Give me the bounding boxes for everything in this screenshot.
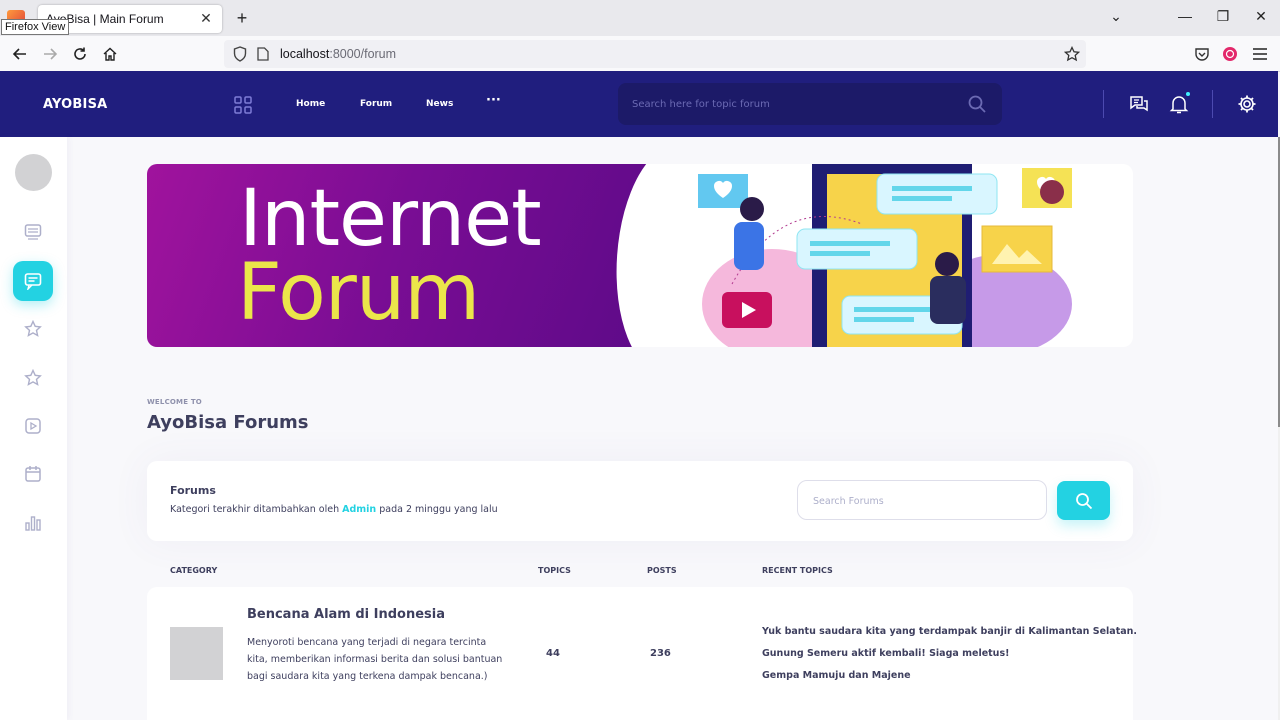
sidebar-item-forum[interactable] [13, 261, 53, 301]
notification-dot [1186, 92, 1190, 96]
recent-topic-link[interactable]: Gempa Mamuju dan Majene [762, 670, 911, 681]
close-window-button[interactable]: ✕ [1251, 8, 1271, 25]
settings-icon[interactable] [1237, 94, 1257, 114]
forum-banner: Internet Forum [147, 164, 1133, 347]
reload-icon[interactable] [70, 44, 90, 64]
forums-info-box: Forums Kategori terakhir ditambahkan ole… [147, 461, 1133, 541]
star-icon[interactable] [23, 368, 43, 388]
newsfeed-icon[interactable] [23, 222, 43, 242]
banner-illustration [698, 164, 1072, 347]
calendar-icon[interactable] [23, 464, 43, 484]
browser-tabbar: Firefox View AyoBisa | Main Forum ✕ + ⌄ … [0, 0, 1280, 36]
category-image [170, 627, 223, 680]
messages-icon[interactable] [1129, 94, 1149, 114]
nav-forum[interactable]: Forum [360, 99, 392, 109]
url-bar[interactable]: localhost:8000/forum [224, 40, 1086, 68]
posts-count: 236 [650, 648, 671, 659]
back-icon[interactable] [10, 44, 30, 64]
forum-search-input[interactable] [813, 493, 1033, 509]
more-menu-icon[interactable]: ··· [486, 93, 501, 108]
forum-icon [24, 273, 42, 290]
site-header: AYOBISA Home Forum News ··· [0, 71, 1278, 137]
shield-icon[interactable] [232, 46, 248, 62]
hamburger-menu-icon[interactable] [1250, 44, 1270, 64]
recent-topic-link[interactable]: Gunung Semeru aktif kembali! Siaga melet… [762, 648, 1009, 659]
nav-home[interactable]: Home [296, 99, 325, 109]
banner-title-line1: Internet [239, 174, 542, 264]
column-header-topics: TOPICS [538, 566, 571, 575]
tooltip: Firefox View [1, 19, 70, 35]
topic-search-input[interactable] [632, 95, 952, 113]
header-divider [1212, 90, 1213, 118]
bookmark-star-icon[interactable] [1063, 45, 1081, 66]
page-icon[interactable] [256, 47, 270, 61]
tab-close-icon[interactable]: ✕ [198, 11, 214, 27]
forum-search-box [797, 480, 1047, 520]
forums-box-text: Kategori terakhir ditambahkan oleh Admin… [170, 504, 498, 515]
list-tabs-icon[interactable]: ⌄ [1106, 8, 1126, 25]
video-icon[interactable] [23, 416, 43, 436]
grid-menu-icon[interactable] [234, 96, 252, 118]
column-header-recent-topics: RECENT TOPICS [762, 566, 833, 575]
forward-icon[interactable] [40, 44, 60, 64]
page-pretitle: WELCOME TO [147, 398, 202, 406]
search-icon[interactable] [968, 95, 986, 117]
header-divider [1103, 90, 1104, 118]
table-row: Bencana Alam di Indonesia Menyoroti benc… [147, 587, 1137, 720]
category-description: Menyoroti bencana yang terjadi di negara… [247, 637, 503, 682]
nav-news[interactable]: News [426, 99, 453, 109]
topics-count: 44 [546, 648, 560, 659]
pocket-icon[interactable] [1192, 44, 1212, 64]
search-icon [1075, 492, 1092, 509]
restore-button[interactable]: ❐ [1213, 8, 1233, 25]
avatar[interactable] [15, 154, 52, 191]
new-tab-button[interactable]: + [232, 8, 252, 28]
notifications-icon[interactable] [1169, 94, 1189, 114]
stats-icon[interactable] [23, 513, 43, 533]
site-logo[interactable]: AYOBISA [43, 97, 107, 112]
forum-search-button[interactable] [1057, 481, 1110, 520]
page-title: AyoBisa Forums [147, 412, 309, 433]
column-header-category: CATEGORY [170, 566, 218, 575]
category-title[interactable]: Bencana Alam di Indonesia [247, 607, 445, 622]
sidebar [0, 137, 67, 720]
banner-title-line2: Forum [237, 248, 480, 338]
admin-link[interactable]: Admin [342, 504, 376, 515]
topic-search-box [618, 83, 1002, 125]
column-header-posts: POSTS [647, 566, 677, 575]
url-text: localhost:8000/forum [280, 47, 397, 61]
account-icon[interactable] [1220, 44, 1240, 64]
browser-navbar: localhost:8000/forum [0, 36, 1280, 72]
minimize-button[interactable]: — [1175, 8, 1195, 24]
forums-box-title: Forums [170, 484, 216, 497]
home-icon[interactable] [100, 44, 120, 64]
star-icon[interactable] [23, 319, 43, 339]
recent-topic-link[interactable]: Yuk bantu saudara kita yang terdampak ba… [762, 626, 1137, 637]
